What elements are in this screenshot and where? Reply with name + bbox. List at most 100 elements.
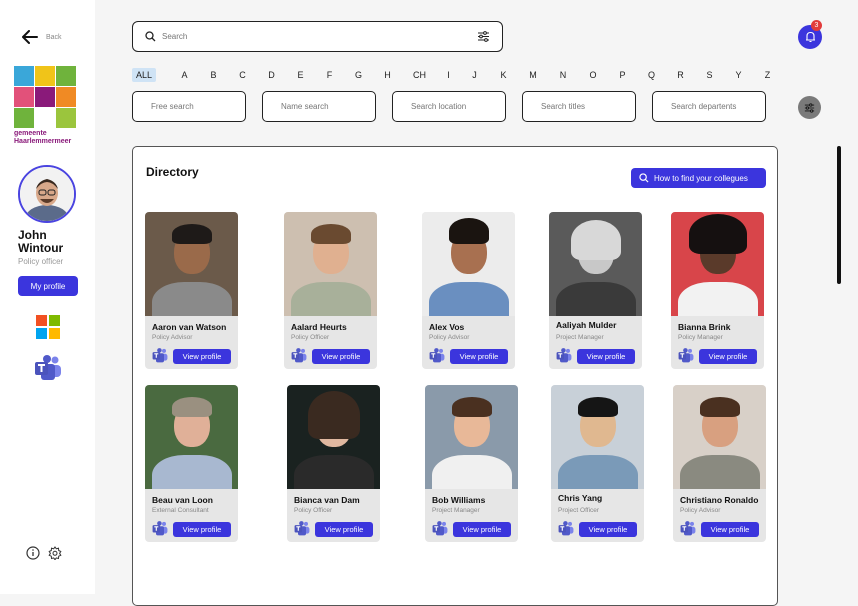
search-icon [145, 31, 156, 42]
person-photo [422, 212, 515, 316]
teams-icon[interactable] [152, 521, 168, 536]
view-profile-button[interactable]: View profile [699, 349, 757, 364]
alpha-letter[interactable]: CH [402, 70, 437, 80]
search-input[interactable] [162, 32, 471, 41]
microsoft-icon[interactable] [36, 315, 60, 339]
alpha-letter[interactable]: I [437, 70, 460, 80]
teams-icon[interactable] [680, 521, 696, 536]
alpha-letter[interactable]: H [373, 70, 402, 80]
back-button[interactable]: Back [22, 30, 62, 44]
global-search[interactable] [132, 21, 503, 52]
alpha-letter[interactable]: Y [724, 70, 753, 80]
person-name: Aalard Heurts [291, 322, 347, 332]
view-profile-button[interactable]: View profile [450, 349, 508, 364]
view-profile-button[interactable]: View profile [453, 522, 511, 537]
person-card[interactable]: Beau van Loon External Consultant View p… [145, 385, 238, 542]
arrow-left-icon [22, 30, 38, 44]
person-name: Aaron van Watson [152, 322, 227, 332]
person-card[interactable]: Chris Yang Project Officer View profile [551, 385, 644, 542]
view-profile-button[interactable]: View profile [315, 522, 373, 537]
person-card[interactable]: Bianna Brink Policy Manager View profile [671, 212, 764, 369]
alpha-all[interactable]: ALL [132, 68, 157, 82]
person-card[interactable]: Alex Vos Policy Advisor View profile [422, 212, 515, 369]
free-search-field[interactable] [132, 91, 246, 122]
alpha-letter[interactable]: R [666, 70, 695, 80]
logo-text-line2: Haarlemmermeer [14, 138, 72, 145]
person-card[interactable]: Aaron van Watson Policy Advisor View pro… [145, 212, 238, 369]
person-card[interactable]: Christiano Ronaldo Policy Advisor View p… [673, 385, 766, 542]
user-photo [20, 167, 74, 221]
gear-icon[interactable] [48, 546, 62, 565]
alpha-letter[interactable]: J [460, 70, 489, 80]
directory-title: Directory [146, 165, 199, 179]
location-dropdown[interactable] [392, 91, 506, 122]
person-role: Project Officer [558, 507, 600, 514]
departments-input[interactable] [671, 102, 761, 111]
my-profile-button[interactable]: My profile [18, 276, 78, 296]
person-photo [284, 212, 377, 316]
teams-icon[interactable] [152, 348, 168, 363]
user-avatar[interactable] [18, 165, 76, 223]
alpha-letter[interactable]: M [518, 70, 548, 80]
teams-icon[interactable] [34, 355, 62, 386]
alphabet-filter: ALL A B C D E F G H CH I J K M N O P Q R… [132, 68, 782, 82]
alpha-letter[interactable]: B [199, 70, 228, 80]
teams-icon[interactable] [556, 348, 572, 363]
view-profile-button[interactable]: View profile [579, 522, 637, 537]
person-name: Christiano Ronaldo [680, 495, 759, 505]
person-photo [287, 385, 380, 489]
person-role: Policy Manager [678, 334, 723, 341]
person-photo [673, 385, 766, 489]
notification-badge: 3 [811, 20, 822, 31]
view-profile-button[interactable]: View profile [577, 349, 635, 364]
sliders-icon[interactable] [477, 31, 490, 42]
person-name: Bob Williams [432, 495, 486, 505]
person-card[interactable]: Aaliyah Mulder Project Manager View prof… [549, 212, 642, 369]
alpha-letter[interactable]: O [578, 70, 608, 80]
alpha-letter[interactable]: D [257, 70, 286, 80]
user-name: John Wintour [18, 228, 64, 255]
view-profile-button[interactable]: View profile [173, 349, 231, 364]
person-card[interactable]: Bianca van Dam Policy Officer View profi… [287, 385, 380, 542]
teams-icon[interactable] [432, 521, 448, 536]
teams-icon[interactable] [678, 348, 694, 363]
person-card[interactable]: Aalard Heurts Policy Officer View profil… [284, 212, 377, 369]
name-search-field[interactable] [262, 91, 376, 122]
scrollbar[interactable] [837, 146, 841, 284]
alpha-letter[interactable]: Z [753, 70, 782, 80]
location-input[interactable] [411, 102, 501, 111]
titles-dropdown[interactable] [522, 91, 636, 122]
back-label: Back [46, 33, 62, 41]
view-profile-button[interactable]: View profile [312, 349, 370, 364]
view-profile-button[interactable]: View profile [173, 522, 231, 537]
teams-icon[interactable] [291, 348, 307, 363]
alpha-letter[interactable]: S [695, 70, 724, 80]
filter-options-button[interactable] [798, 96, 821, 119]
teams-icon[interactable] [294, 521, 310, 536]
user-role: Policy officer [18, 257, 64, 266]
person-role: Project Manager [556, 334, 604, 341]
municipality-logo: gemeente Haarlemmermeer [14, 66, 76, 146]
departments-dropdown[interactable] [652, 91, 766, 122]
teams-icon[interactable] [429, 348, 445, 363]
view-profile-button[interactable]: View profile [701, 522, 759, 537]
howto-button[interactable]: How to find your collegues [631, 168, 766, 188]
person-card[interactable]: Bob Williams Project Manager View profil… [425, 385, 518, 542]
alpha-letter[interactable]: F [315, 70, 344, 80]
alpha-letter[interactable]: G [344, 70, 373, 80]
person-role: Policy Advisor [680, 507, 721, 514]
titles-input[interactable] [541, 102, 631, 111]
alpha-letter[interactable]: P [608, 70, 637, 80]
alpha-letter[interactable]: N [548, 70, 578, 80]
person-name: Aaliyah Mulder [556, 320, 617, 330]
alpha-letter[interactable]: Q [637, 70, 666, 80]
person-name: Alex Vos [429, 322, 465, 332]
free-search-input[interactable] [151, 102, 241, 111]
info-icon[interactable] [26, 546, 40, 565]
alpha-letter[interactable]: C [228, 70, 257, 80]
alpha-letter[interactable]: A [170, 70, 199, 80]
teams-icon[interactable] [558, 521, 574, 536]
name-search-input[interactable] [281, 102, 371, 111]
alpha-letter[interactable]: E [286, 70, 315, 80]
alpha-letter[interactable]: K [489, 70, 518, 80]
